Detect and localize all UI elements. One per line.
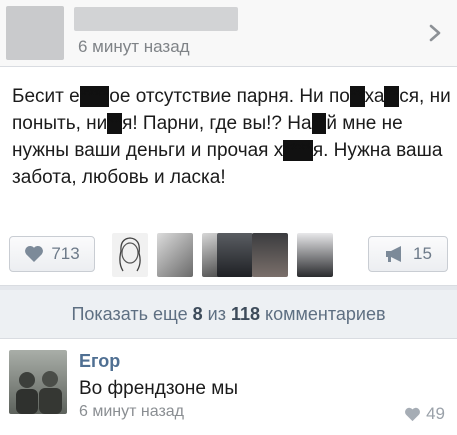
post-header[interactable]: 6 минут назад bbox=[0, 0, 457, 67]
censor-bar: ** bbox=[384, 86, 400, 107]
post-time: 6 минут назад bbox=[78, 37, 190, 56]
commenter-avatar[interactable] bbox=[9, 350, 67, 414]
chevron-right-icon[interactable] bbox=[428, 24, 442, 42]
comment-item: Егор Во френдзоне мы 6 минут назад 49 bbox=[0, 339, 457, 435]
share-count: 15 bbox=[413, 244, 432, 263]
heart-icon bbox=[405, 407, 421, 421]
liker-avatar[interactable] bbox=[297, 233, 333, 277]
censor-bar: ** bbox=[311, 113, 327, 134]
like-count: 713 bbox=[51, 244, 80, 263]
censor-bar: **** bbox=[79, 86, 110, 107]
comment-time: 6 минут назад bbox=[79, 403, 185, 420]
censor-bar: **** bbox=[283, 140, 313, 161]
liker-avatar[interactable] bbox=[252, 233, 288, 277]
commenter-name[interactable]: Егор bbox=[79, 351, 120, 372]
comment-like-count: 49 bbox=[426, 404, 445, 423]
censor-bar: ** bbox=[349, 86, 365, 107]
like-button[interactable]: 713 bbox=[9, 236, 95, 272]
liker-avatar[interactable] bbox=[217, 233, 253, 277]
author-avatar-redacted[interactable] bbox=[6, 6, 64, 60]
megaphone-icon bbox=[386, 246, 402, 262]
post-actions: 713 15 bbox=[0, 223, 457, 286]
heart-icon bbox=[25, 245, 44, 262]
author-name-redacted[interactable] bbox=[74, 7, 238, 31]
liker-avatar[interactable] bbox=[112, 233, 148, 277]
sketch-portrait-icon bbox=[119, 237, 141, 272]
comment-text: Во френдзоне мы bbox=[79, 378, 238, 399]
share-button[interactable]: 15 bbox=[368, 236, 448, 272]
show-more-comments[interactable]: Показать еще 8 из 118 комментариев bbox=[0, 290, 457, 339]
comment-like-button[interactable]: 49 bbox=[404, 404, 445, 424]
post-text: Бесит е****ое отсутствие парня. Ни по**х… bbox=[12, 86, 451, 188]
censor-bar: ** bbox=[107, 113, 123, 134]
people-photo-icon bbox=[16, 371, 62, 414]
post-body: Бесит е****ое отсутствие парня. Ни по**х… bbox=[0, 67, 457, 223]
liker-avatar[interactable] bbox=[157, 233, 193, 277]
